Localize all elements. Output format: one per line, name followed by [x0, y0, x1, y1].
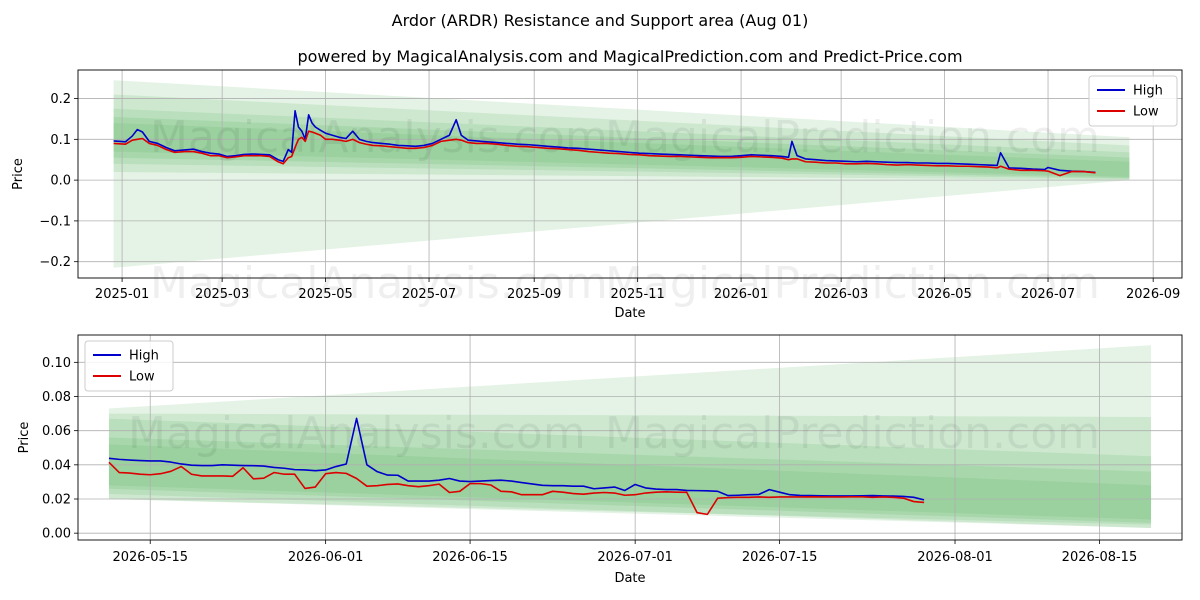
legend-label-high: High: [129, 349, 159, 364]
y-tick-label: 0.10: [42, 356, 71, 371]
legend-label-high: High: [1133, 84, 1163, 99]
y-axis-label: Price: [11, 158, 26, 190]
legend: High Low: [84, 340, 174, 392]
y-axis-label: Price: [17, 422, 32, 454]
x-tick-label: 2026-08-01: [917, 550, 993, 565]
legend-label-low: Low: [1133, 105, 1159, 120]
x-tick-label: 2026-07-15: [742, 550, 818, 565]
legend-label-low: Low: [129, 370, 155, 385]
chart-subtitle: powered by MagicalAnalysis.com and Magic…: [297, 47, 962, 66]
x-tick-label: 2026-07-01: [597, 550, 673, 565]
x-axis-label: Date: [614, 306, 645, 321]
x-tick-label: 2026-06-01: [288, 550, 364, 565]
y-tick-label: 0.06: [42, 424, 71, 439]
chart-title: Ardor (ARDR) Resistance and Support area…: [392, 11, 809, 30]
y-tick-label: 0.02: [42, 493, 71, 508]
legend: High Low: [1088, 75, 1178, 127]
y-tick-label: 0.04: [42, 458, 71, 473]
x-axis-label: Date: [614, 571, 645, 586]
watermark-text: MagicalAnalysis.com: [150, 258, 608, 309]
y-tick-label: 0.0: [50, 174, 71, 189]
y-tick-label: 0.1: [50, 133, 71, 148]
watermark-text: MagicalAnalysis.com: [128, 408, 586, 459]
watermark-text: MagicalPrediction.com: [605, 408, 1100, 459]
x-tick-label: 2026-06-15: [432, 550, 508, 565]
x-tick-label: 2026-08-15: [1062, 550, 1138, 565]
x-tick-label: 2026-09: [1126, 287, 1180, 302]
y-tick-label: 0.2: [50, 92, 71, 107]
y-tick-label: −0.2: [39, 255, 71, 270]
y-tick-label: −0.1: [39, 214, 71, 229]
y-tick-label: 0.00: [42, 527, 71, 542]
chart-figure: Ardor (ARDR) Resistance and Support area…: [0, 0, 1200, 600]
watermark-text: MagicalPrediction.com: [605, 258, 1100, 309]
x-tick-label: 2026-05-15: [112, 550, 188, 565]
x-tick-label: 2025-01: [95, 287, 149, 302]
y-tick-label: 0.08: [42, 390, 71, 405]
